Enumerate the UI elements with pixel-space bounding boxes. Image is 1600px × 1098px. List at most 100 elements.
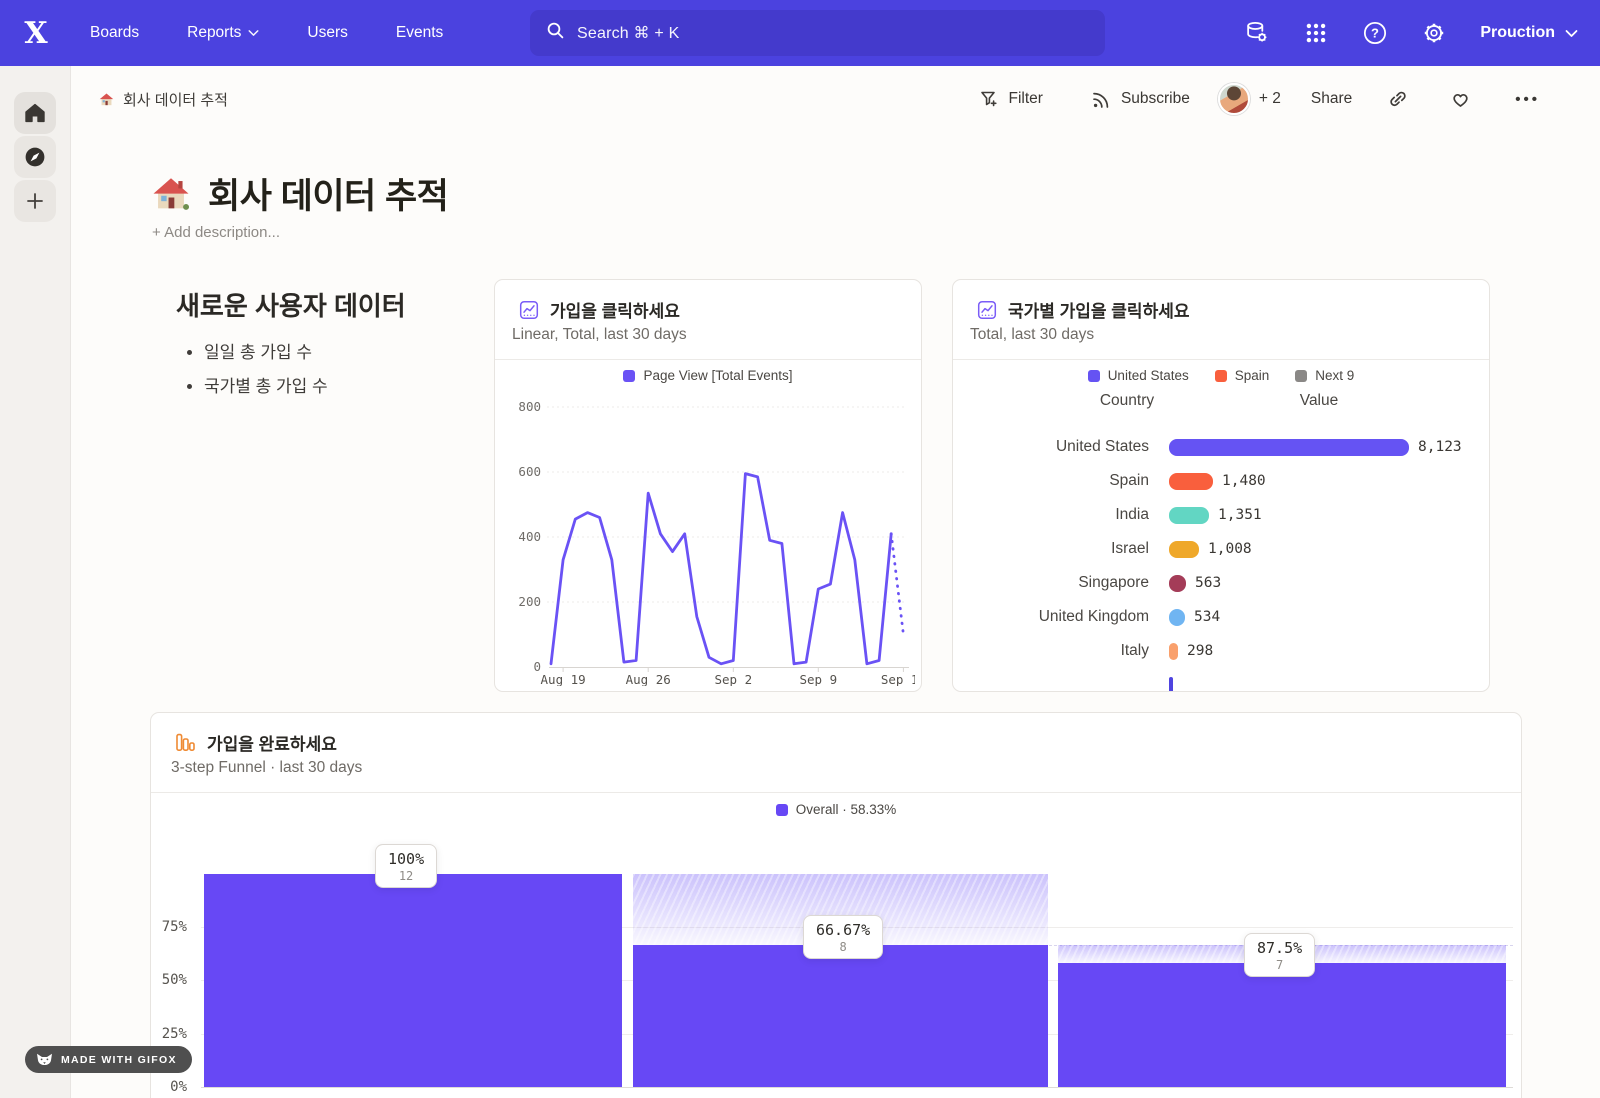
line-chart-plot[interactable]: 0200400600800Aug 19Aug 26Sep 2Sep 9Sep 1…	[503, 384, 915, 686]
country-bar[interactable]	[1169, 575, 1186, 592]
country-label: Spain	[953, 472, 1149, 490]
help-icon[interactable]: ?	[1362, 20, 1388, 46]
country-legend: United States Spain Next 9	[953, 368, 1489, 383]
funnel-ytick: 25%	[143, 1026, 187, 1042]
country-row[interactable]: Italy298	[953, 634, 1489, 668]
svg-text:Sep 9: Sep 9	[799, 672, 837, 686]
apps-grid-icon[interactable]	[1303, 20, 1329, 46]
nav-item-users[interactable]: Users	[307, 24, 347, 42]
funnel-count: 12	[388, 869, 424, 883]
discover-button[interactable]	[14, 136, 56, 178]
home-button[interactable]	[14, 92, 56, 134]
legend-item[interactable]: Next 9	[1295, 368, 1354, 383]
line-card-title[interactable]: 가입을 클릭하세요	[550, 297, 680, 322]
funnel-chart-card[interactable]: 가입을 완료하세요 3-step Funnel · last 30 days O…	[150, 712, 1522, 1098]
nav-item-boards[interactable]: Boards	[90, 24, 139, 42]
avatar	[1218, 83, 1250, 115]
country-card-subtitle: Total, last 30 days	[970, 326, 1094, 344]
legend-swatch	[1215, 370, 1227, 382]
country-bar[interactable]	[1169, 677, 1173, 693]
data-management-icon[interactable]	[1244, 20, 1270, 46]
line-chart-card[interactable]: 가입을 클릭하세요 Linear, Total, last 30 days Pa…	[494, 279, 922, 692]
svg-text:800: 800	[518, 399, 541, 414]
country-rows: United States8,123Spain1,480 India 1,351 Is…	[953, 430, 1489, 692]
country-row[interactable]: Spain1,480	[953, 464, 1489, 498]
legend-label: Next 9	[1315, 368, 1354, 383]
country-label: India	[953, 506, 1149, 524]
country-row[interactable]: Singapore 563	[953, 566, 1489, 600]
house-emoji-icon	[98, 91, 115, 108]
funnel-tooltip: 100%12	[375, 844, 437, 888]
country-bar[interactable]	[1169, 507, 1209, 524]
country-bar[interactable]	[1169, 473, 1213, 490]
country-value: 298	[1187, 643, 1213, 659]
collaborators[interactable]: + 2	[1218, 83, 1281, 115]
line-card-subtitle: Linear, Total, last 30 days	[512, 326, 687, 344]
country-value: 534	[1194, 609, 1220, 625]
funnel-ytick: 50%	[143, 972, 187, 988]
country-bar[interactable]	[1169, 643, 1178, 660]
legend-label: Spain	[1235, 368, 1270, 383]
country-bar[interactable]	[1169, 609, 1185, 626]
page-title-text[interactable]: 회사 데이터 추적	[208, 168, 448, 219]
more-options-button[interactable]: •••	[1515, 91, 1540, 108]
gifox-label: MADE WITH GIFOX	[61, 1054, 177, 1066]
country-row[interactable]: Israel1,008	[953, 532, 1489, 566]
country-row[interactable]: United Kingdom534	[953, 600, 1489, 634]
breadcrumb-label: 회사 데이터 추적	[123, 89, 228, 110]
breadcrumb[interactable]: 회사 데이터 추적	[98, 89, 228, 110]
nav-menu: Boards Reports Users Events	[90, 24, 443, 42]
funnel-bar[interactable]	[633, 945, 1048, 1087]
country-row[interactable]: United States8,123	[953, 430, 1489, 464]
toolbar-actions: Filter Subscribe + 2 Share •••	[979, 83, 1600, 115]
divider	[953, 359, 1489, 360]
copy-link-button[interactable]	[1388, 89, 1408, 109]
gifox-badge[interactable]: MADE WITH GIFOX	[25, 1046, 192, 1073]
search-icon	[546, 21, 565, 45]
country-row[interactable]: India 1,351	[953, 498, 1489, 532]
country-label: Israel	[953, 540, 1149, 558]
funnel-ytick: 75%	[143, 919, 187, 935]
filter-button[interactable]: Filter	[979, 89, 1042, 109]
country-bar[interactable]	[1169, 439, 1409, 456]
country-chart-card[interactable]: 국가별 가입을 클릭하세요 Total, last 30 days United…	[952, 279, 1490, 692]
subscribe-label: Subscribe	[1121, 90, 1190, 108]
svg-text:Aug 19: Aug 19	[541, 672, 586, 686]
country-value: 563	[1195, 575, 1221, 591]
create-new-button[interactable]	[14, 180, 56, 222]
share-button[interactable]: Share	[1311, 90, 1352, 108]
country-card-title[interactable]: 국가별 가입을 클릭하세요	[1008, 297, 1190, 322]
legend-item[interactable]: Page View [Total Events]	[623, 368, 792, 383]
legend-item[interactable]: United States	[1088, 368, 1189, 383]
svg-text:200: 200	[518, 594, 541, 609]
search-input[interactable]: Search ⌘ + K	[530, 10, 1105, 56]
svg-text:Sep 16: Sep 16	[881, 672, 915, 686]
project-name: Prouction	[1480, 24, 1555, 42]
chevron-down-icon	[1565, 29, 1578, 38]
country-label: Singapore	[953, 574, 1149, 592]
favorite-button[interactable]	[1450, 89, 1471, 109]
project-selector[interactable]: Prouction	[1480, 24, 1578, 42]
share-label: Share	[1311, 90, 1352, 108]
country-label: United States	[953, 438, 1149, 456]
nav-item-reports[interactable]: Reports	[187, 24, 259, 42]
country-bar[interactable]	[1169, 541, 1199, 558]
nav-item-events[interactable]: Events	[396, 24, 443, 42]
country-row[interactable]	[953, 668, 1489, 692]
funnel-tooltip: 87.5%7	[1244, 933, 1315, 977]
subscribe-button[interactable]: Subscribe	[1091, 89, 1190, 110]
compass-icon	[23, 145, 47, 169]
legend-label: Page View [Total Events]	[643, 368, 792, 383]
funnel-bar[interactable]	[204, 874, 622, 1087]
filter-icon	[979, 89, 999, 109]
svg-text:600: 600	[518, 464, 541, 479]
funnel-bar[interactable]	[1058, 963, 1506, 1087]
home-icon	[24, 102, 46, 124]
funnel-plot: 0%25%50%75%100%1266.67%887.5%7	[151, 713, 1523, 1098]
country-value: 1,351	[1218, 507, 1262, 523]
mixpanel-logo-icon[interactable]: X	[18, 16, 52, 50]
add-description[interactable]: + Add description...	[152, 224, 280, 241]
legend-item[interactable]: Spain	[1215, 368, 1270, 383]
settings-gear-icon[interactable]	[1421, 20, 1447, 46]
line-legend: Page View [Total Events]	[495, 368, 921, 383]
